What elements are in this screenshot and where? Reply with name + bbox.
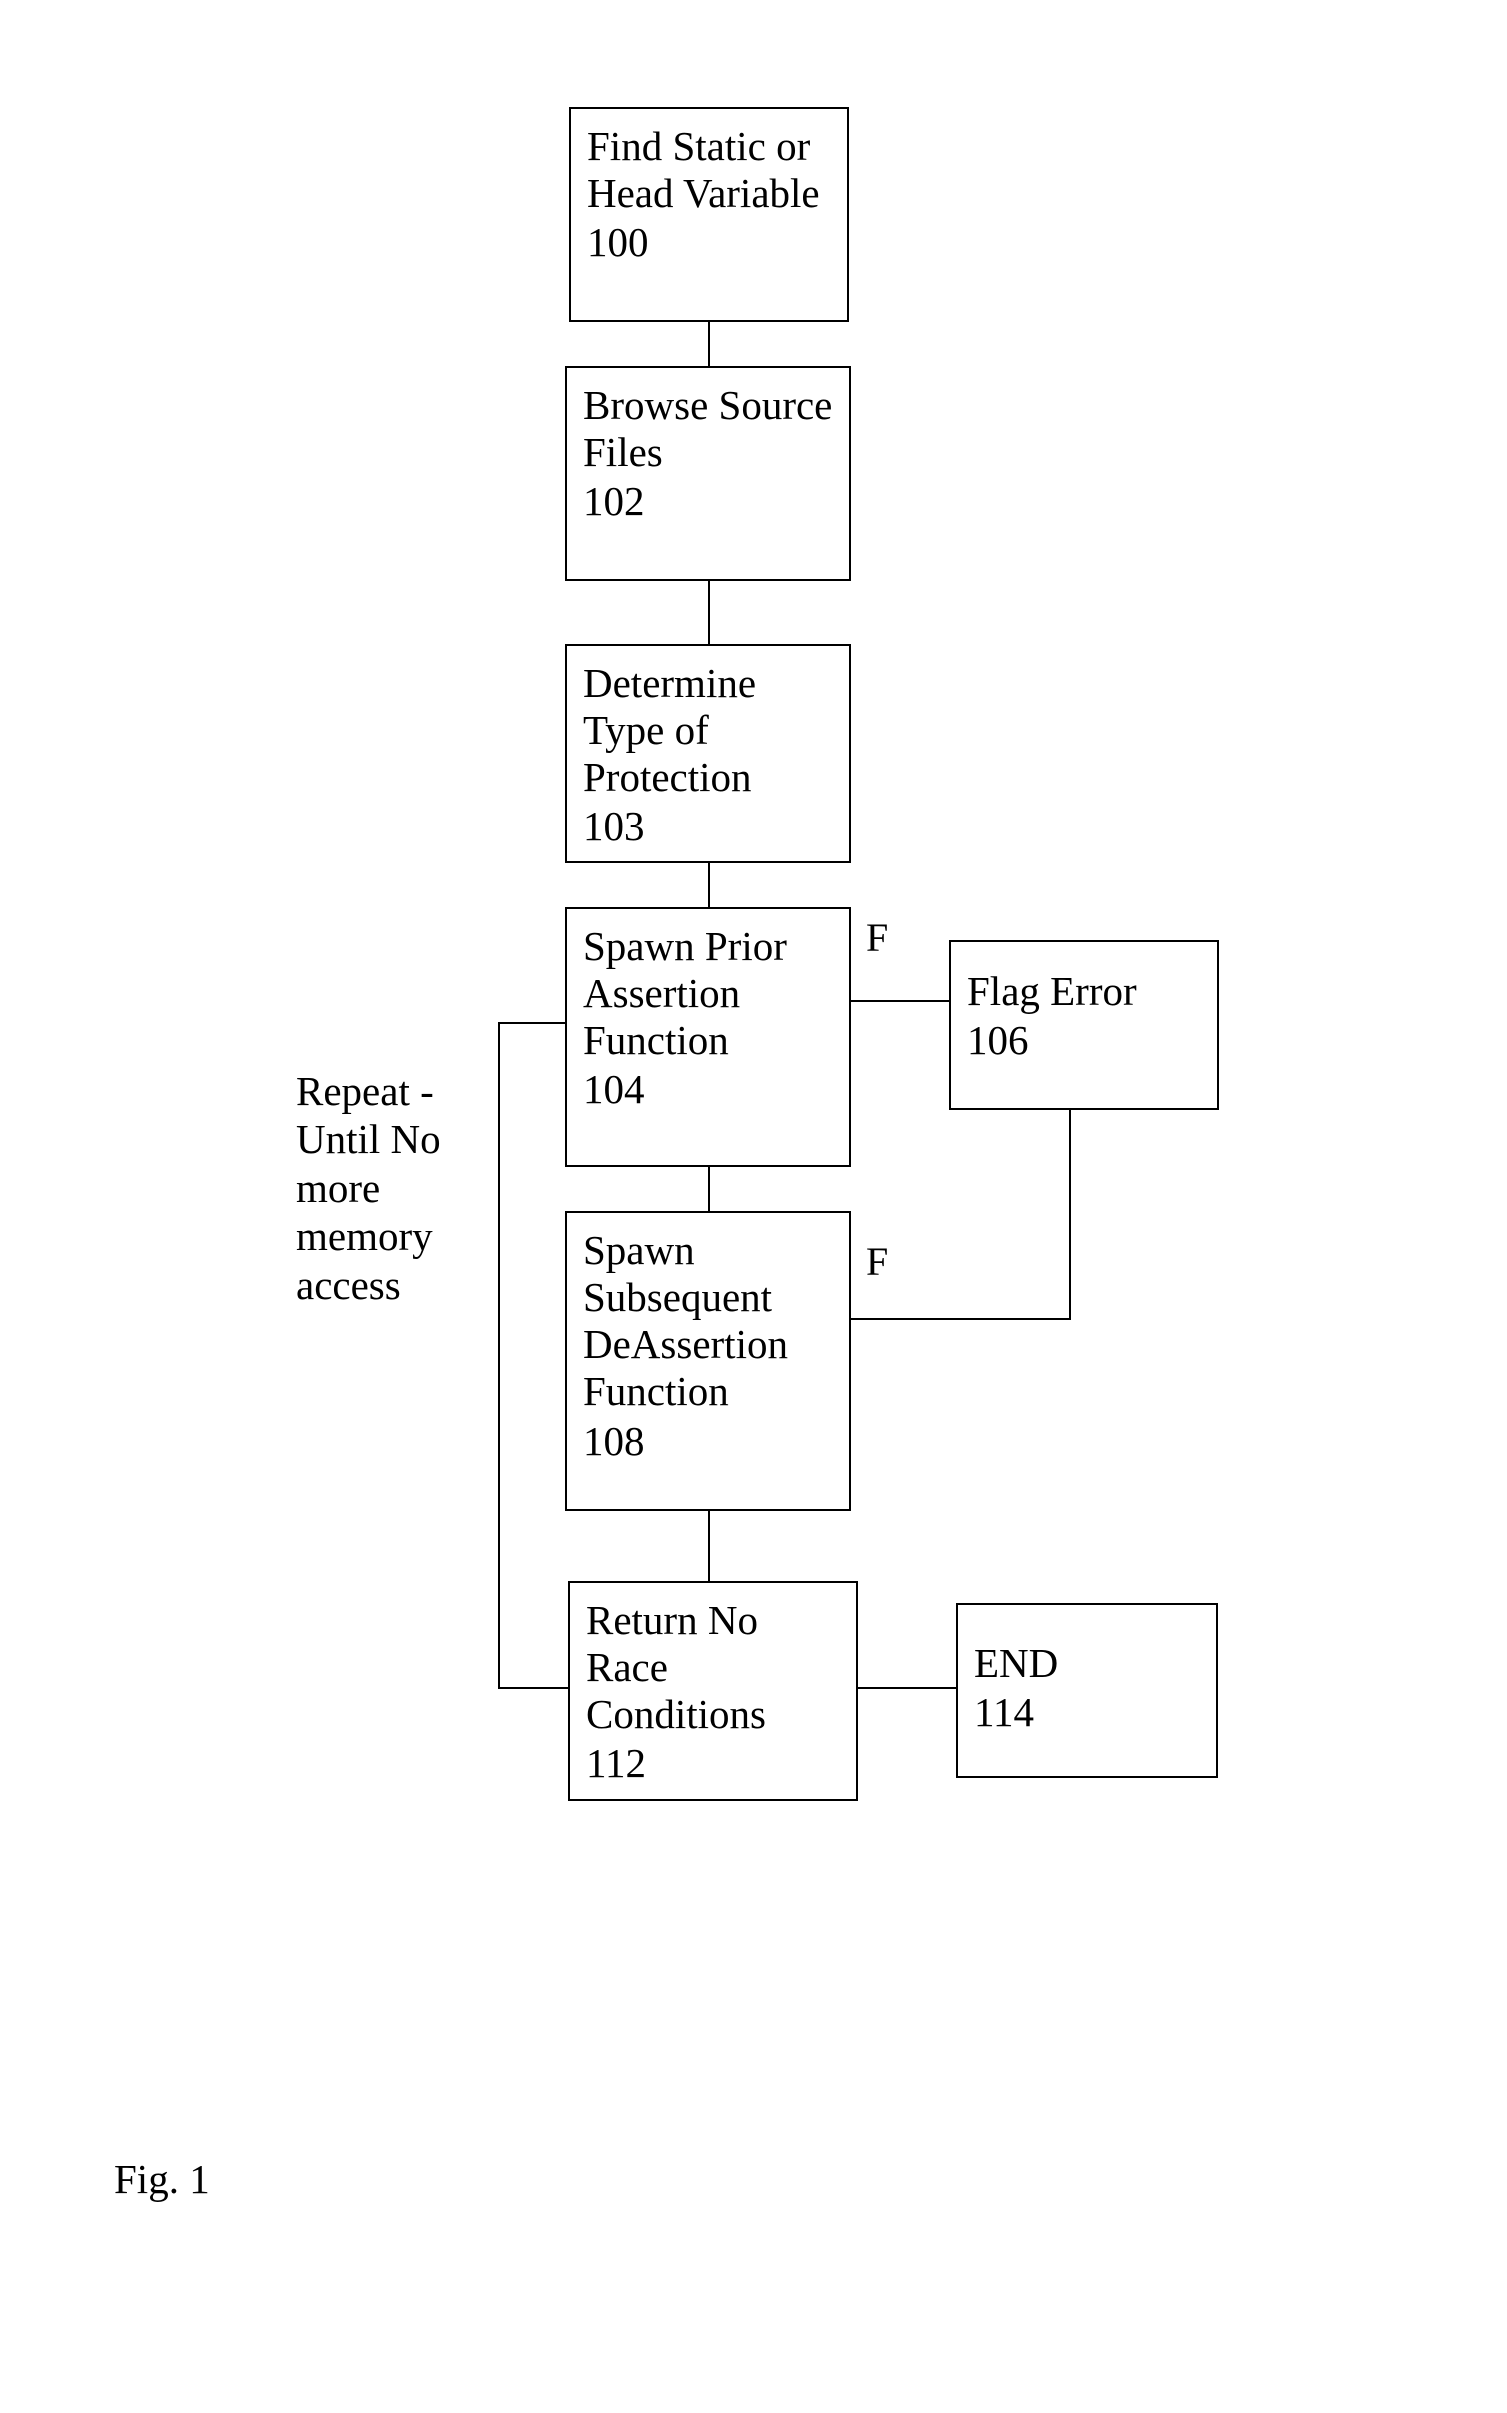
- connector-108-112: [708, 1511, 710, 1581]
- loop-text: Repeat - Until No more memory access: [296, 1067, 476, 1309]
- connector-108-right: [851, 1318, 1071, 1320]
- connector-102-103: [708, 581, 710, 644]
- node-label: Flag Error: [967, 968, 1201, 1015]
- node-label: END: [974, 1640, 1200, 1687]
- connector-104-108: [708, 1167, 710, 1211]
- flowchart-page: Find Static or Head Variable 100 Browse …: [0, 0, 1507, 2413]
- connector-108-up: [1069, 1110, 1071, 1320]
- node-106-flag-error: Flag Error 106: [949, 940, 1219, 1110]
- node-104-spawn-prior-assertion: Spawn Prior Assertion Function 104: [565, 907, 851, 1167]
- node-label: Browse Source Files: [583, 382, 833, 476]
- loop-vertical: [498, 1022, 500, 1689]
- node-label: Spawn Subsequent DeAssertion Function: [583, 1227, 833, 1416]
- node-number: 104: [583, 1066, 833, 1113]
- node-label: Find Static or Head Variable: [587, 123, 831, 217]
- node-label: Determine Type of Protection: [583, 660, 833, 801]
- connector-104-106: [851, 1000, 949, 1002]
- loop-top-h: [498, 1022, 565, 1024]
- node-112-return-no-race: Return No Race Conditions 112: [568, 1581, 858, 1801]
- edge-label-104-f: F: [866, 918, 888, 958]
- edge-label-108-f: F: [866, 1242, 888, 1282]
- node-114-end: END 114: [956, 1603, 1218, 1778]
- node-102-browse-source: Browse Source Files 102: [565, 366, 851, 581]
- node-number: 108: [583, 1418, 833, 1465]
- node-number: 106: [967, 1017, 1201, 1064]
- loop-bottom-h: [498, 1687, 568, 1689]
- node-label: Spawn Prior Assertion Function: [583, 923, 833, 1064]
- connector-103-104: [708, 863, 710, 907]
- node-number: 103: [583, 803, 833, 850]
- node-number: 112: [586, 1740, 840, 1787]
- figure-label: Fig. 1: [114, 2155, 210, 2203]
- node-number: 102: [583, 478, 833, 525]
- node-108-spawn-deassertion: Spawn Subsequent DeAssertion Function 10…: [565, 1211, 851, 1511]
- node-103-determine-protection: Determine Type of Protection 103: [565, 644, 851, 863]
- node-label: Return No Race Conditions: [586, 1597, 840, 1738]
- node-number: 114: [974, 1689, 1200, 1736]
- node-100-find-static: Find Static or Head Variable 100: [569, 107, 849, 322]
- connector-100-102: [708, 322, 710, 366]
- node-number: 100: [587, 219, 831, 266]
- connector-112-114: [858, 1687, 956, 1689]
